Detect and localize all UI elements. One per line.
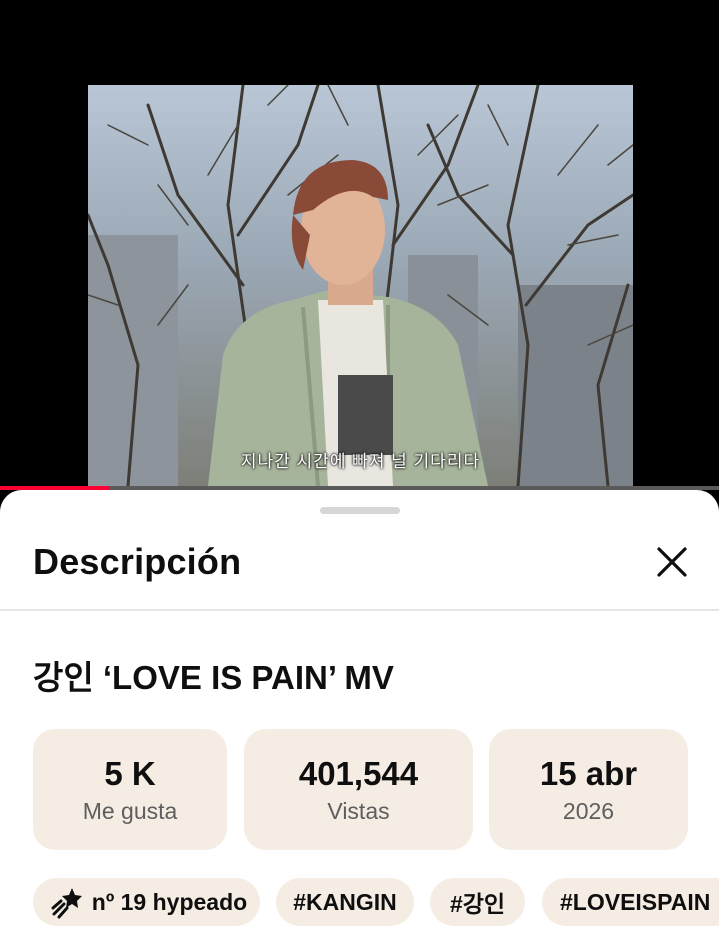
drag-handle[interactable]: [320, 507, 400, 514]
video-title: 강인 ‘LOVE IS PAIN’ MV: [33, 659, 394, 696]
video-player[interactable]: 지나간 시간에 빠져 널 기다리다: [0, 0, 719, 490]
description-sheet: Descripción 강인 ‘LOVE IS PAIN’ MV 5 K Me …: [0, 490, 719, 943]
close-icon: [657, 547, 687, 577]
likes-label: Me gusta: [82, 797, 178, 824]
date-stat-card: 15 abr 2026: [489, 729, 688, 850]
likes-count: 5 K: [104, 754, 156, 792]
video-frame[interactable]: 지나간 시간에 빠져 널 기다리다: [88, 85, 633, 486]
publish-date: 15 abr: [539, 754, 638, 792]
hashtag-chip-kangin[interactable]: #KANGIN: [276, 878, 414, 926]
sheet-title: Descripción: [33, 541, 242, 582]
hashtag-chip-kangin-korean[interactable]: #강인: [430, 878, 525, 926]
video-scene-illustration: [88, 85, 633, 486]
publish-year: 2026: [562, 797, 615, 824]
hashtag-chip-loveispain[interactable]: #LOVEISPAIN: [542, 878, 719, 926]
hashtag-label: #KANGIN: [293, 888, 397, 915]
hype-rank-label: nº 19 hypeado: [91, 888, 248, 915]
views-count: 401,544: [298, 754, 419, 792]
views-stat-card: 401,544 Vistas: [244, 729, 473, 850]
close-button[interactable]: [652, 542, 692, 582]
hashtag-label: #LOVEISPAIN: [560, 888, 711, 915]
hype-rank-chip[interactable]: nº 19 hypeado: [33, 878, 260, 926]
views-label: Vistas: [327, 797, 390, 824]
video-subtitle: 지나간 시간에 빠져 널 기다리다: [240, 452, 481, 471]
hashtag-label: #강인: [449, 891, 506, 917]
likes-stat-card: 5 K Me gusta: [33, 729, 227, 850]
divider: [0, 609, 719, 611]
hype-rocket-icon: [51, 888, 82, 919]
